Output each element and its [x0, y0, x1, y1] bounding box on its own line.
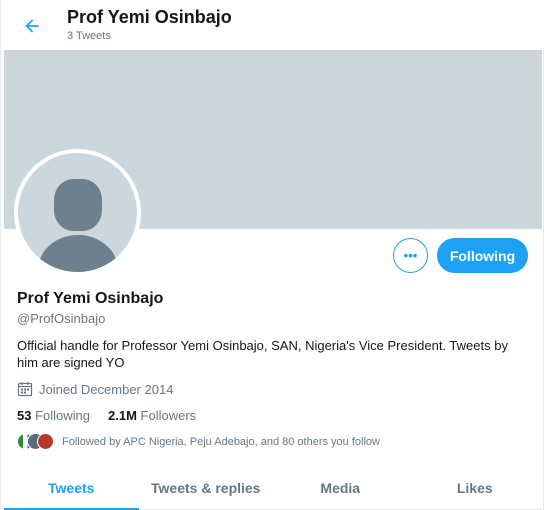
following-count: 53: [17, 408, 32, 423]
followed-by-link[interactable]: Followed by APC Nigeria, Peju Adebajo, a…: [17, 433, 380, 451]
followed-by-text: Followed by APC Nigeria, Peju Adebajo, a…: [62, 436, 380, 448]
default-avatar-icon: [18, 153, 137, 272]
profile-page: Prof Yemi Osinbajo 3 Tweets ••• Followin…: [0, 0, 544, 510]
followers-label: Followers: [140, 408, 197, 423]
header-title: Prof Yemi Osinbajo: [67, 7, 232, 27]
following-stat-link[interactable]: 53 Following: [17, 408, 90, 423]
avatar[interactable]: [14, 149, 141, 276]
follow-stats: 53 Following 2.1M Followers: [17, 408, 214, 423]
calendar-icon: [17, 382, 33, 397]
back-button[interactable]: [15, 9, 49, 43]
profile-bio: Official handle for Professor Yemi Osinb…: [17, 338, 508, 370]
profile-tabs: Tweets Tweets & replies Media Likes: [4, 468, 542, 510]
tab-likes[interactable]: Likes: [408, 468, 543, 508]
following-button[interactable]: Following: [437, 238, 528, 273]
profile-handle: @ProfOsinbajo: [17, 311, 106, 326]
joined-text: Joined December 2014: [39, 381, 174, 397]
followers-stat-link[interactable]: 2.1M Followers: [108, 408, 196, 423]
following-label: Following: [35, 408, 91, 423]
profile-header: Prof Yemi Osinbajo 3 Tweets: [1, 0, 544, 50]
followers-count: 2.1M: [108, 408, 137, 423]
more-options-button[interactable]: •••: [393, 238, 428, 273]
arrow-left-icon: [25, 19, 39, 33]
mini-avatar: [37, 433, 54, 450]
more-dots-icon: •••: [403, 248, 418, 263]
tab-media[interactable]: Media: [273, 468, 408, 508]
joined-date: Joined December 2014: [17, 381, 173, 397]
profile-name: Prof Yemi Osinbajo: [17, 290, 164, 307]
tab-tweets-replies[interactable]: Tweets & replies: [139, 468, 274, 508]
mutual-followers-avatars: [17, 433, 57, 451]
tweet-count: 3 Tweets: [67, 30, 111, 42]
tab-tweets[interactable]: Tweets: [4, 468, 139, 510]
